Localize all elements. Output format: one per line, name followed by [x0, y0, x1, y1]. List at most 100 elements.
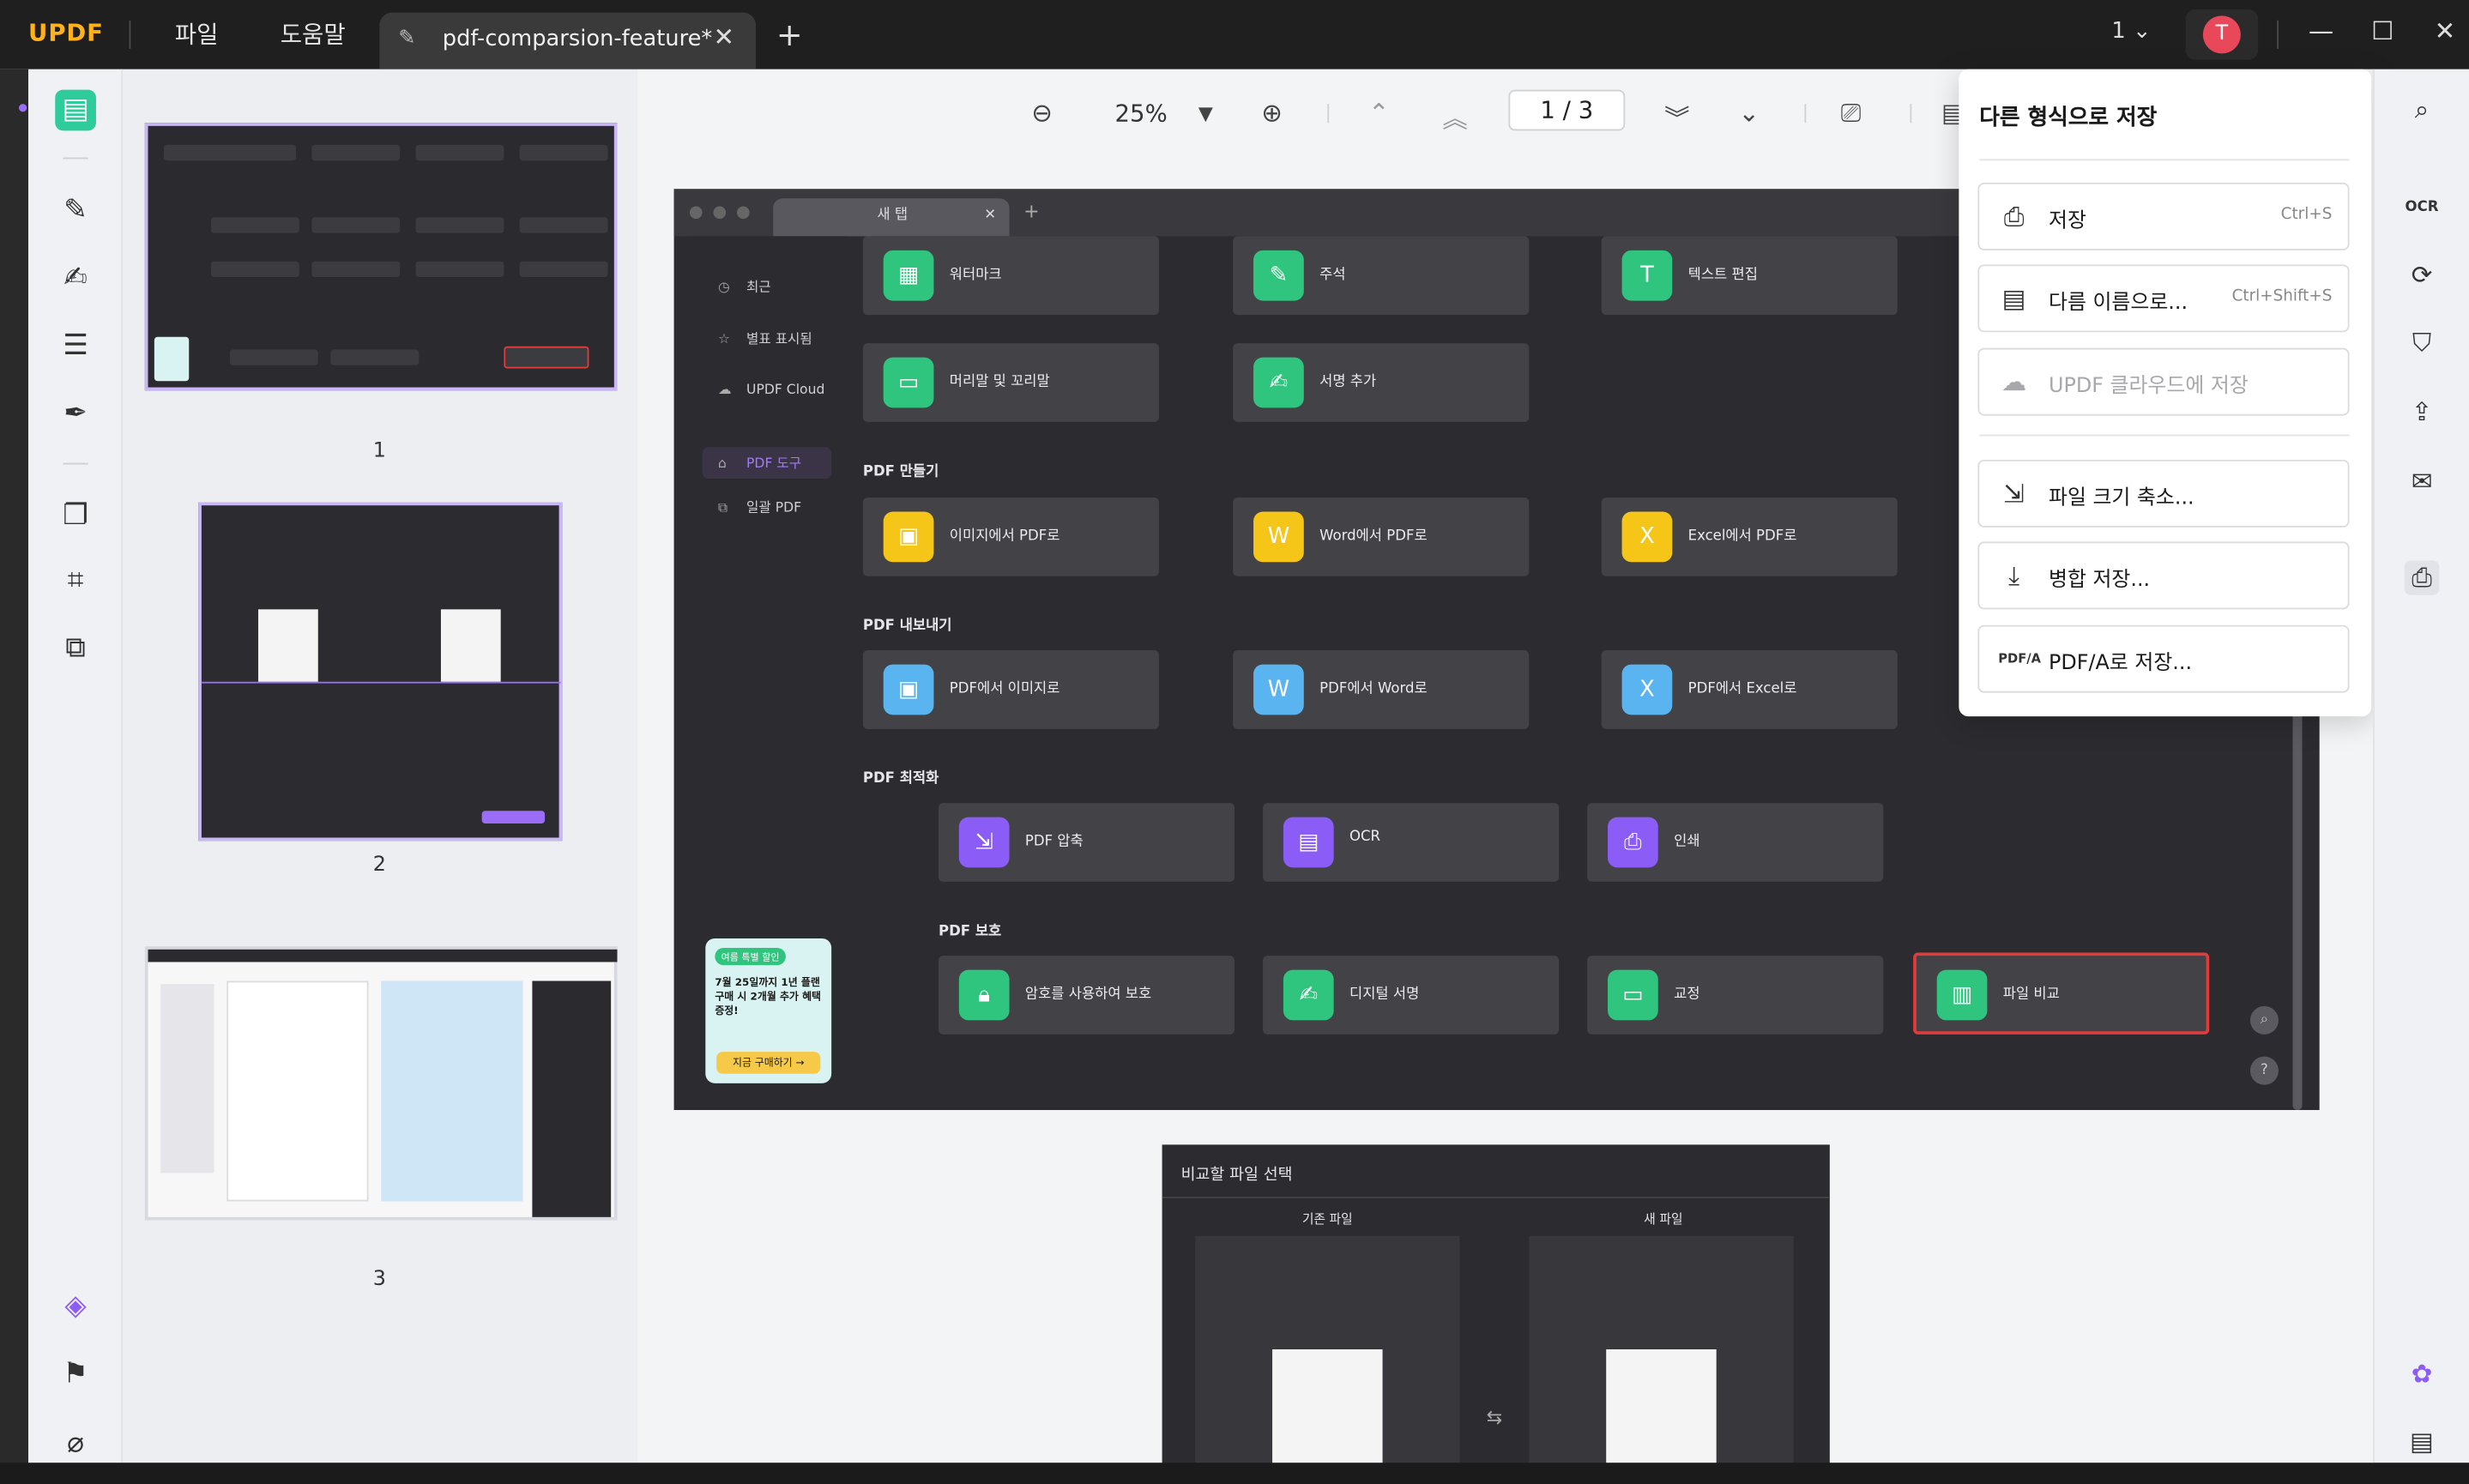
document-tab-title: pdf-comparsion-feature*: [442, 27, 713, 52]
page2-title: 비교할 파일 선택: [1180, 1167, 1293, 1185]
section-title: PDF 보호: [938, 924, 1002, 940]
tool-card: ▣ PDF에서 이미지로: [862, 650, 1159, 729]
minimize-icon[interactable]: —: [2309, 15, 2333, 45]
organize-pages-icon[interactable]: ❐: [55, 496, 96, 537]
flatten-save-icon: ⤓: [2008, 560, 2020, 591]
save-as-pdfa-menu-item[interactable]: PDF/A PDF/A로 저장...: [1977, 624, 2350, 693]
comments-icon[interactable]: ▤: [2405, 1425, 2439, 1459]
word-to-pdf-icon: W: [1253, 511, 1304, 563]
edit-text-icon: T: [1621, 250, 1673, 301]
promo-banner: 여름 특별 할인 7월 25일까지 1년 플랜 구매 시 2개월 추가 혜택 증…: [705, 938, 832, 1083]
document-tab[interactable]: ✎ pdf-comparsion-feature* ✕: [379, 12, 757, 69]
highlighter-icon[interactable]: ✎: [55, 190, 96, 232]
divider: [1910, 104, 1912, 124]
tool-card: ▦ 워터마크: [862, 236, 1159, 316]
close-tab-icon[interactable]: ✕: [713, 22, 734, 52]
pdf-to-excel-icon: X: [1621, 664, 1673, 715]
embedded-scrollbar: [2292, 708, 2303, 1111]
save-icon: ⎙: [2003, 201, 2025, 232]
page-thumbnail-1[interactable]: [144, 123, 618, 391]
crop-icon[interactable]: ⌗: [55, 560, 96, 601]
pdfa-icon: PDF/A: [1998, 651, 2041, 667]
tool-card: W PDF에서 Word로: [1233, 650, 1530, 729]
nav-indicator-dot: [19, 104, 27, 112]
avatar[interactable]: T: [2202, 15, 2241, 54]
search-icon[interactable]: ⌕: [2405, 93, 2439, 127]
next-page-icon[interactable]: ︾: [1664, 98, 1689, 136]
tool-card-compare-highlighted: ▥ 파일 비교: [1913, 952, 2210, 1035]
zoom-out-icon[interactable]: ⊖: [1031, 98, 1053, 128]
signature-icon: ✍: [1253, 357, 1304, 408]
compare-files-icon: ▥: [1936, 969, 1988, 1021]
save-as-menu-item[interactable]: ▤ 다름 이름으로... Ctrl+Shift+S: [1977, 264, 2350, 333]
save-as-menu: 다른 형식으로 저장 ⎙ 저장 Ctrl+S ▤ 다름 이름으로... Ctrl…: [1959, 69, 2372, 717]
edit-text-icon[interactable]: ✍: [55, 258, 96, 299]
save-menu-item[interactable]: ⎙ 저장 Ctrl+S: [1977, 182, 2350, 250]
email-icon[interactable]: ✉: [2405, 464, 2439, 498]
section-title: PDF 최적화: [862, 771, 939, 787]
ocr-icon[interactable]: OCR: [2405, 190, 2439, 225]
save-as-icon[interactable]: ⎙: [2404, 560, 2440, 595]
tool-card: ▣ 이미지에서 PDF로: [862, 498, 1159, 576]
tool-card: W Word에서 PDF로: [1233, 498, 1530, 576]
redact-icon: ▭: [1608, 969, 1658, 1021]
page-thumbnail-2[interactable]: [198, 502, 563, 842]
tool-card: ▭ 머리말 및 꼬리말: [862, 343, 1159, 422]
ocr-icon: ▤: [1283, 817, 1334, 868]
new-file-preview: [1606, 1349, 1717, 1475]
compress-icon: ⇲: [2003, 478, 2025, 509]
search-icon: ⌕: [2249, 1005, 2279, 1035]
protect-icon[interactable]: ⛉: [2405, 326, 2439, 360]
attachment-icon[interactable]: ⌀: [55, 1423, 96, 1464]
tool-card: ⇲ PDF 압축: [938, 803, 1235, 882]
reader-mode-icon[interactable]: ▤: [55, 89, 96, 131]
thumbnail-panel: 1 2 3: [123, 69, 638, 1484]
divider: [129, 20, 131, 49]
embedded-sidebar-recent: ◷ 최근: [717, 280, 771, 297]
pdf-to-image-icon: ▣: [883, 664, 934, 715]
tool-card: T 텍스트 편집: [1601, 236, 1898, 316]
last-page-icon[interactable]: ⌄: [1738, 98, 1760, 128]
old-file-label: 기존 파일: [1301, 1212, 1353, 1227]
layers-icon[interactable]: ◈: [55, 1287, 96, 1328]
zoom-dropdown-icon[interactable]: ▼: [1198, 102, 1213, 124]
form-icon[interactable]: ☰: [55, 326, 96, 367]
presentation-icon[interactable]: ⎚: [1841, 98, 1862, 130]
zoom-in-icon[interactable]: ⊕: [1261, 98, 1283, 128]
divider: [1979, 159, 2350, 161]
ai-assistant-icon[interactable]: ✿: [2405, 1357, 2439, 1391]
menu-help[interactable]: 도움말: [281, 17, 346, 51]
bookmark-icon[interactable]: ⚑: [55, 1354, 96, 1396]
image-to-pdf-icon: ▣: [883, 511, 934, 563]
share-icon[interactable]: ⇪: [2405, 395, 2439, 430]
window-count-selector[interactable]: 1 ⌄: [2111, 19, 2151, 44]
tool-card: ▭ 교정: [1587, 956, 1884, 1035]
save-as-menu-title: 다른 형식으로 저장: [1979, 105, 2158, 131]
digital-signature-icon: ✍: [1283, 969, 1334, 1021]
section-title: PDF 내보내기: [862, 618, 952, 635]
divider: [1327, 104, 1330, 124]
reduce-size-menu-item[interactable]: ⇲ 파일 크기 축소...: [1977, 459, 2350, 528]
new-tab-icon[interactable]: +: [776, 15, 803, 53]
page-tools-icon[interactable]: ⧉: [55, 628, 96, 669]
previous-page-icon[interactable]: ︽: [1442, 98, 1467, 136]
os-taskbar: [0, 1463, 2469, 1484]
embedded-sidebar-pdf-tools: ⌂ PDF 도구: [702, 447, 832, 479]
password-protect-icon: 🔒︎: [958, 969, 1010, 1021]
tool-card: X Excel에서 PDF로: [1601, 498, 1898, 576]
maximize-icon[interactable]: ☐: [2371, 15, 2394, 45]
flatten-save-menu-item[interactable]: ⤓ 병합 저장...: [1977, 541, 2350, 610]
compress-icon: ⇲: [958, 817, 1010, 868]
menu-file[interactable]: 파일: [175, 17, 219, 51]
convert-icon[interactable]: ⟳: [2405, 258, 2439, 293]
first-page-icon[interactable]: ⌃: [1368, 98, 1390, 128]
divider: [1979, 434, 2350, 437]
help-icon: ?: [2249, 1056, 2279, 1085]
save-to-cloud-menu-item[interactable]: ☁ UPDF 클라우드에 저장: [1977, 347, 2350, 416]
thumbnail-label: 3: [372, 1267, 386, 1292]
fill-sign-icon[interactable]: ✒: [55, 394, 96, 435]
page-number-input[interactable]: 1 / 3: [1508, 89, 1626, 131]
close-window-icon[interactable]: ✕: [2435, 15, 2456, 45]
page-thumbnail-3[interactable]: [144, 946, 618, 1221]
zoom-level[interactable]: 25%: [1115, 100, 1168, 128]
